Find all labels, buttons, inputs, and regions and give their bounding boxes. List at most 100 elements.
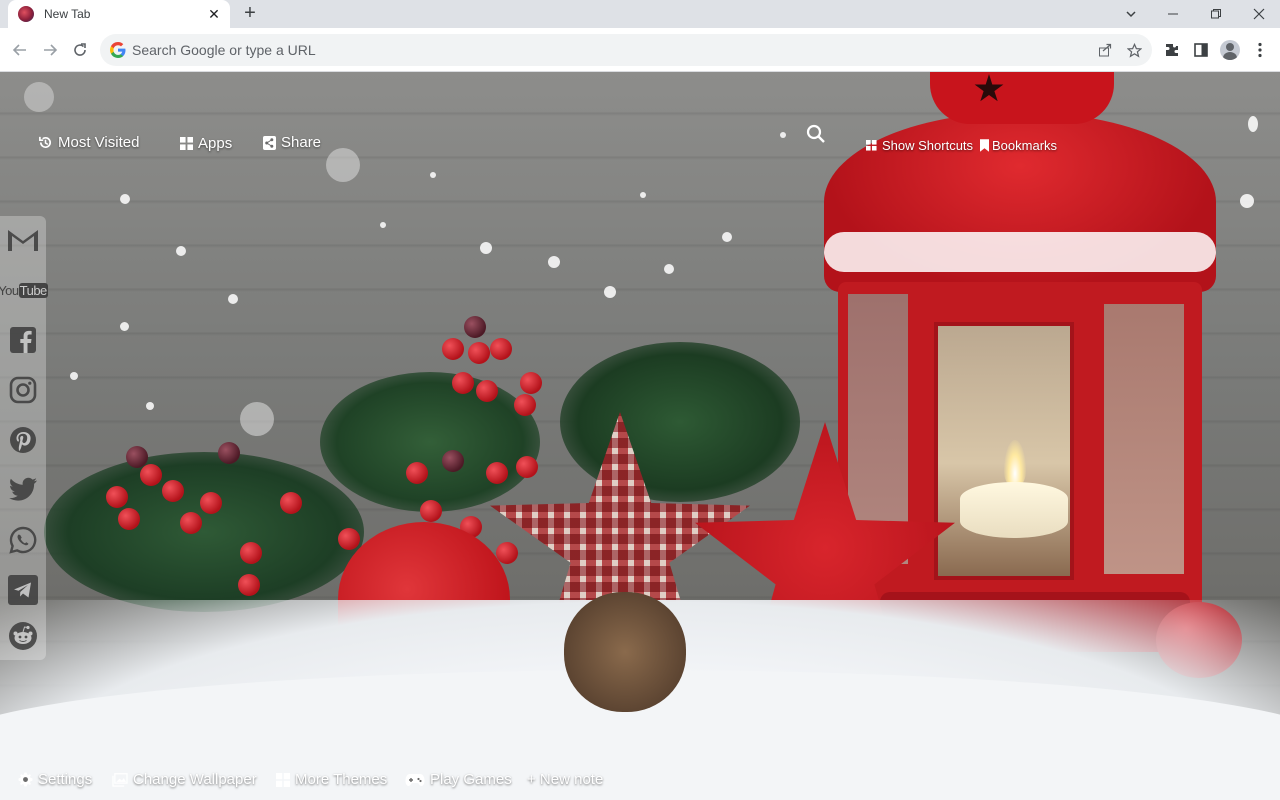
snowflake — [120, 322, 129, 331]
new-tab-button[interactable]: + — [238, 2, 262, 26]
share-link[interactable]: Share — [263, 134, 321, 151]
berry — [516, 456, 538, 478]
berry — [162, 480, 184, 502]
search-button[interactable] — [806, 124, 831, 144]
snowflake — [664, 264, 674, 274]
search-icon — [806, 124, 826, 144]
kebab-menu-icon[interactable] — [1248, 38, 1272, 62]
berry — [486, 462, 508, 484]
berry — [280, 492, 302, 514]
social-sidebar: YouTube — [0, 216, 48, 660]
snowflake — [228, 294, 238, 304]
telegram-icon[interactable] — [0, 570, 46, 610]
most-visited-link[interactable]: Most Visited — [38, 134, 139, 151]
more-themes-link[interactable]: More Themes — [276, 771, 387, 788]
browser-toolbar — [0, 28, 1280, 72]
search-input[interactable] — [132, 42, 1032, 58]
profile-avatar[interactable] — [1218, 38, 1242, 62]
snowflake — [480, 242, 492, 254]
bookmarks-link[interactable]: Bookmarks — [980, 138, 1057, 153]
berry — [118, 508, 140, 530]
window-close-icon[interactable] — [1238, 0, 1280, 28]
settings-label: Settings — [38, 771, 93, 788]
whatsapp-icon[interactable] — [0, 520, 46, 560]
tab-favicon-icon — [18, 6, 34, 22]
berry — [442, 338, 464, 360]
gmail-icon[interactable] — [0, 220, 46, 260]
berry — [240, 542, 262, 564]
snowflake — [430, 172, 436, 178]
grid-icon — [180, 137, 193, 150]
reddit-icon[interactable] — [0, 616, 46, 656]
facebook-icon[interactable] — [0, 320, 46, 360]
extensions-icon[interactable] — [1160, 38, 1184, 62]
candle — [960, 482, 1068, 538]
close-icon[interactable]: ✕ — [206, 6, 222, 22]
snowflake — [24, 82, 54, 112]
tab-new-tab[interactable]: New Tab ✕ — [8, 0, 230, 28]
berry — [520, 372, 542, 394]
bookmark-star-icon[interactable] — [1125, 41, 1143, 59]
snowflake — [640, 192, 646, 198]
berry — [468, 342, 490, 364]
snowflake — [120, 194, 130, 204]
snowflake — [780, 132, 786, 138]
tab-search-icon[interactable] — [1110, 0, 1152, 28]
change-wallpaper-label: Change Wallpaper — [133, 771, 257, 788]
forward-icon[interactable] — [36, 36, 64, 64]
berry — [476, 380, 498, 402]
pinterest-icon[interactable] — [0, 420, 46, 460]
snowflake — [1240, 194, 1254, 208]
share-page-icon[interactable] — [1096, 41, 1114, 59]
omnibox[interactable] — [100, 34, 1152, 66]
settings-link[interactable]: Settings — [18, 771, 92, 788]
berry — [420, 500, 442, 522]
snowflake — [380, 222, 386, 228]
berry — [464, 316, 486, 338]
youtube-icon[interactable]: YouTube — [0, 270, 48, 310]
instagram-icon[interactable] — [0, 370, 46, 410]
berry — [490, 338, 512, 360]
tab-strip: New Tab ✕ + — [0, 0, 1280, 28]
side-panel-icon[interactable] — [1189, 38, 1213, 62]
change-wallpaper-link[interactable]: Change Wallpaper — [112, 771, 257, 788]
pine-branch — [44, 452, 364, 612]
lantern-glass — [1104, 304, 1184, 574]
twitter-icon[interactable] — [0, 470, 46, 510]
snowflake — [604, 286, 616, 298]
show-shortcuts-label: Show Shortcuts — [882, 138, 974, 153]
berry — [238, 574, 260, 596]
berry — [442, 450, 464, 472]
share-icon — [263, 135, 276, 150]
snowflake — [176, 246, 186, 256]
snowflake — [722, 232, 732, 242]
play-games-link[interactable]: Play Games — [405, 771, 512, 788]
share-label: Share — [281, 134, 322, 151]
lantern-glass — [934, 322, 1074, 580]
image-icon — [112, 772, 128, 787]
avatar — [1220, 40, 1240, 60]
history-icon — [38, 135, 53, 150]
berry — [514, 394, 536, 416]
gamepad-icon — [405, 773, 425, 787]
apps-label: Apps — [198, 135, 233, 152]
restore-icon[interactable] — [1195, 0, 1237, 28]
berry — [406, 462, 428, 484]
reload-icon[interactable] — [66, 36, 94, 64]
show-shortcuts-link[interactable]: Show Shortcuts — [866, 138, 973, 153]
new-note-link[interactable]: + New note — [527, 771, 603, 788]
back-icon[interactable] — [6, 36, 34, 64]
pine-branch — [560, 342, 800, 502]
snowflake — [548, 256, 560, 268]
pine-branch — [320, 372, 540, 512]
snowflake — [1248, 116, 1258, 132]
berry — [180, 512, 202, 534]
berry — [106, 486, 128, 508]
snowflake — [240, 402, 274, 436]
berry — [218, 442, 240, 464]
youtube-wordmark: YouTube — [0, 282, 48, 298]
apps-link[interactable]: Apps — [180, 135, 232, 152]
minimize-icon[interactable] — [1152, 0, 1194, 28]
google-g-icon — [110, 42, 126, 58]
berry — [200, 492, 222, 514]
